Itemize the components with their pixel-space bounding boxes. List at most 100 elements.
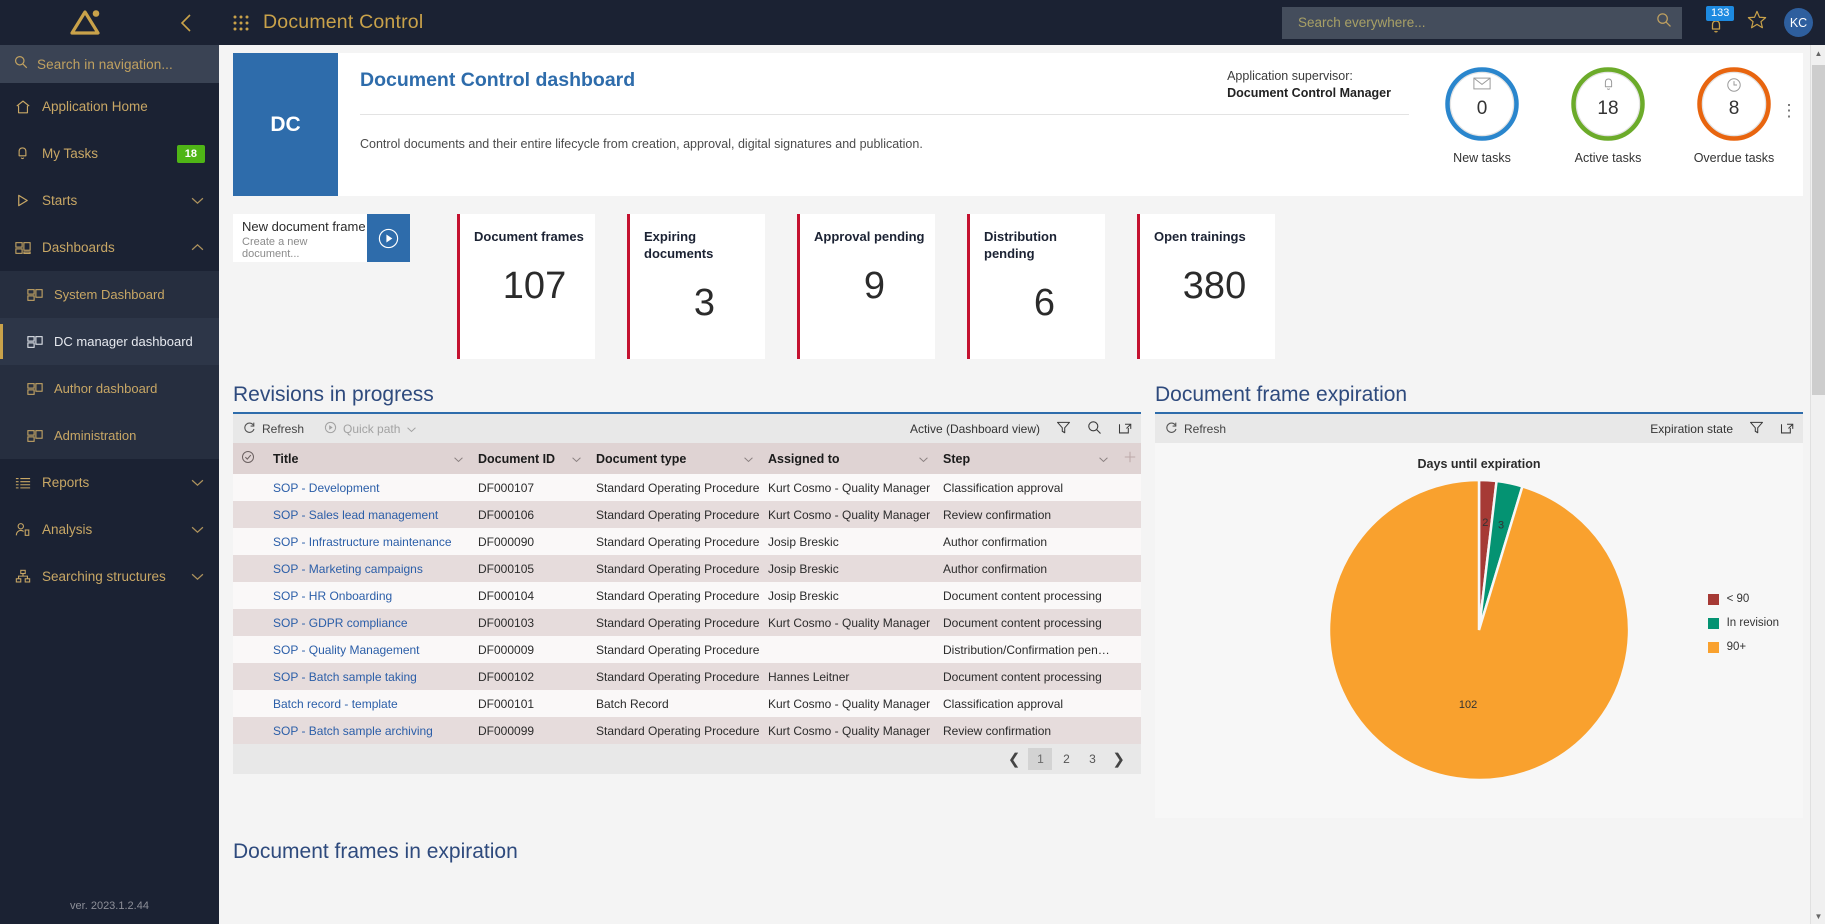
sidebar-item-administration[interactable]: Administration — [0, 412, 219, 459]
chevron-down-icon[interactable] — [571, 452, 588, 466]
sidebar-item-starts[interactable]: Starts — [0, 177, 219, 224]
kpi-card-expiring-documents[interactable]: Expiring documents 3 — [627, 214, 765, 359]
table-row[interactable]: SOP - HR Onboarding DF000104 Standard Oper… — [233, 582, 1141, 609]
chevron-down-icon[interactable] — [918, 452, 935, 466]
funnel-icon[interactable] — [1056, 420, 1071, 438]
search-icon[interactable] — [1656, 12, 1672, 33]
scroll-thumb[interactable] — [1812, 65, 1825, 395]
open-external-icon[interactable] — [1118, 420, 1133, 438]
search-input[interactable] — [1298, 15, 1656, 30]
row-select-cell[interactable] — [233, 501, 265, 528]
table-row[interactable]: SOP - Infrastructure maintenance DF000090… — [233, 528, 1141, 555]
new-document-frame-tile[interactable]: New document frame Create a new document… — [233, 214, 410, 262]
table-row[interactable]: SOP - Marketing campaigns DF000105 Standar… — [233, 555, 1141, 582]
global-search[interactable] — [1282, 6, 1682, 39]
cell-title[interactable]: SOP - Sales lead management — [265, 501, 470, 528]
cell-title[interactable]: SOP - HR Onboarding — [265, 582, 470, 609]
page-button-1[interactable]: 1 — [1028, 748, 1053, 770]
donut-active-tasks[interactable]: 18 Active tasks — [1565, 65, 1651, 165]
sidebar-item-dashboards[interactable]: Dashboards — [0, 224, 219, 271]
donut-new-tasks[interactable]: 0 New tasks — [1439, 65, 1525, 165]
column-header-document-type[interactable]: Document type — [588, 443, 760, 474]
row-title-link[interactable]: SOP - Sales lead management — [273, 508, 438, 522]
table-row[interactable]: Batch record - template DF000101 Batch Rec… — [233, 690, 1141, 717]
row-title-link[interactable]: SOP - Quality Management — [273, 643, 420, 657]
vertical-scrollbar[interactable]: ▲ ▼ — [1810, 45, 1825, 924]
nav-search-input[interactable]: Search in navigation... — [0, 45, 219, 83]
page-button-2[interactable]: 2 — [1054, 748, 1078, 770]
row-select-cell[interactable] — [233, 717, 265, 744]
row-title-link[interactable]: SOP - HR Onboarding — [273, 589, 392, 603]
funnel-icon[interactable] — [1749, 420, 1764, 438]
more-vertical-icon[interactable]: ⋮ — [1779, 102, 1799, 119]
kpi-card-approval-pending[interactable]: Approval pending 9 — [797, 214, 935, 359]
legend-item[interactable]: 90+ — [1707, 641, 1779, 653]
row-title-link[interactable]: SOP - Batch sample archiving — [273, 724, 433, 738]
row-title-link[interactable]: SOP - GDPR compliance — [273, 616, 408, 630]
table-row[interactable]: SOP - Quality Management DF000009 Standard… — [233, 636, 1141, 663]
expiration-state-label[interactable]: Expiration state — [1650, 422, 1733, 436]
legend-item[interactable]: < 90 — [1707, 593, 1779, 605]
play-circle-icon[interactable] — [367, 214, 410, 262]
chevron-left-icon[interactable]: ❮ — [1002, 750, 1027, 768]
kpi-card-open-trainings[interactable]: Open trainings 380 — [1137, 214, 1275, 359]
chevron-right-icon[interactable]: ❯ — [1106, 750, 1131, 768]
sidebar-item-analysis[interactable]: Analysis — [0, 506, 219, 553]
notifications-button[interactable]: 133 — [1704, 5, 1735, 38]
plus-icon[interactable] — [1123, 451, 1137, 467]
row-title-link[interactable]: Batch record - template — [273, 697, 398, 711]
triangle-logo[interactable] — [0, 8, 169, 38]
pie-slice[interactable] — [1327, 478, 1631, 782]
open-external-icon[interactable] — [1780, 420, 1795, 438]
search-icon[interactable] — [1087, 420, 1102, 438]
scroll-down-arrow[interactable]: ▼ — [1811, 908, 1825, 924]
chevron-left-icon[interactable] — [169, 12, 203, 34]
row-select-cell[interactable] — [233, 555, 265, 582]
chevron-down-icon[interactable] — [743, 452, 760, 466]
check-circle-icon[interactable] — [241, 451, 255, 467]
row-select-cell[interactable] — [233, 528, 265, 555]
row-select-cell[interactable] — [233, 474, 265, 501]
cell-title[interactable]: SOP - Infrastructure maintenance — [265, 528, 470, 555]
row-select-cell[interactable] — [233, 582, 265, 609]
pie-svg[interactable]: 2 3 102 — [1324, 475, 1634, 785]
kpi-card-distribution-pending[interactable]: Distribution pending 6 — [967, 214, 1105, 359]
cell-title[interactable]: SOP - Development — [265, 474, 470, 501]
sidebar-item-my-tasks[interactable]: My Tasks 18 — [0, 130, 219, 177]
donut-overdue-tasks[interactable]: 8 Overdue tasks — [1691, 65, 1777, 165]
row-select-cell[interactable] — [233, 636, 265, 663]
row-title-link[interactable]: SOP - Marketing campaigns — [273, 562, 423, 576]
sidebar-item-reports[interactable]: Reports — [0, 459, 219, 506]
kpi-card-document-frames[interactable]: Document frames 107 — [457, 214, 595, 359]
quick-path-button[interactable]: Quick path — [324, 421, 417, 437]
cell-title[interactable]: SOP - Batch sample archiving — [265, 717, 470, 744]
sidebar-item-application-home[interactable]: Application Home — [0, 83, 219, 130]
row-title-link[interactable]: SOP - Infrastructure maintenance — [273, 535, 452, 549]
chevron-down-icon[interactable] — [1098, 452, 1115, 466]
sidebar-item-author-dashboard[interactable]: Author dashboard — [0, 365, 219, 412]
grid-apps-icon[interactable] — [219, 13, 263, 33]
cell-title[interactable]: SOP - GDPR compliance — [265, 609, 470, 636]
cell-title[interactable]: SOP - Marketing campaigns — [265, 555, 470, 582]
chevron-down-icon[interactable] — [453, 452, 470, 466]
scroll-up-arrow[interactable]: ▲ — [1811, 45, 1825, 61]
table-row[interactable]: SOP - Development DF000107 Standard Operat… — [233, 474, 1141, 501]
sidebar-item-searching-structures[interactable]: Searching structures — [0, 553, 219, 600]
sidebar-item-dc-manager-dashboard[interactable]: DC manager dashboard — [0, 318, 219, 365]
row-select-cell[interactable] — [233, 609, 265, 636]
cell-title[interactable]: SOP - Batch sample taking — [265, 663, 470, 690]
table-row[interactable]: SOP - Batch sample archiving DF000099 Stan… — [233, 717, 1141, 744]
column-header-assigned-to[interactable]: Assigned to — [760, 443, 935, 474]
select-all-cell[interactable] — [233, 443, 265, 474]
row-select-cell[interactable] — [233, 690, 265, 717]
column-header-document-id[interactable]: Document ID — [470, 443, 588, 474]
row-select-cell[interactable] — [233, 663, 265, 690]
star-icon[interactable] — [1746, 9, 1768, 36]
sidebar-item-system-dashboard[interactable]: System Dashboard — [0, 271, 219, 318]
cell-title[interactable]: SOP - Quality Management — [265, 636, 470, 663]
column-header-step[interactable]: Step — [935, 443, 1115, 474]
table-row[interactable]: SOP - Batch sample taking DF000102 Standar… — [233, 663, 1141, 690]
row-title-link[interactable]: SOP - Batch sample taking — [273, 670, 417, 684]
table-row[interactable]: SOP - GDPR compliance DF000103 Standard Op… — [233, 609, 1141, 636]
legend-item[interactable]: In revision — [1707, 617, 1779, 629]
